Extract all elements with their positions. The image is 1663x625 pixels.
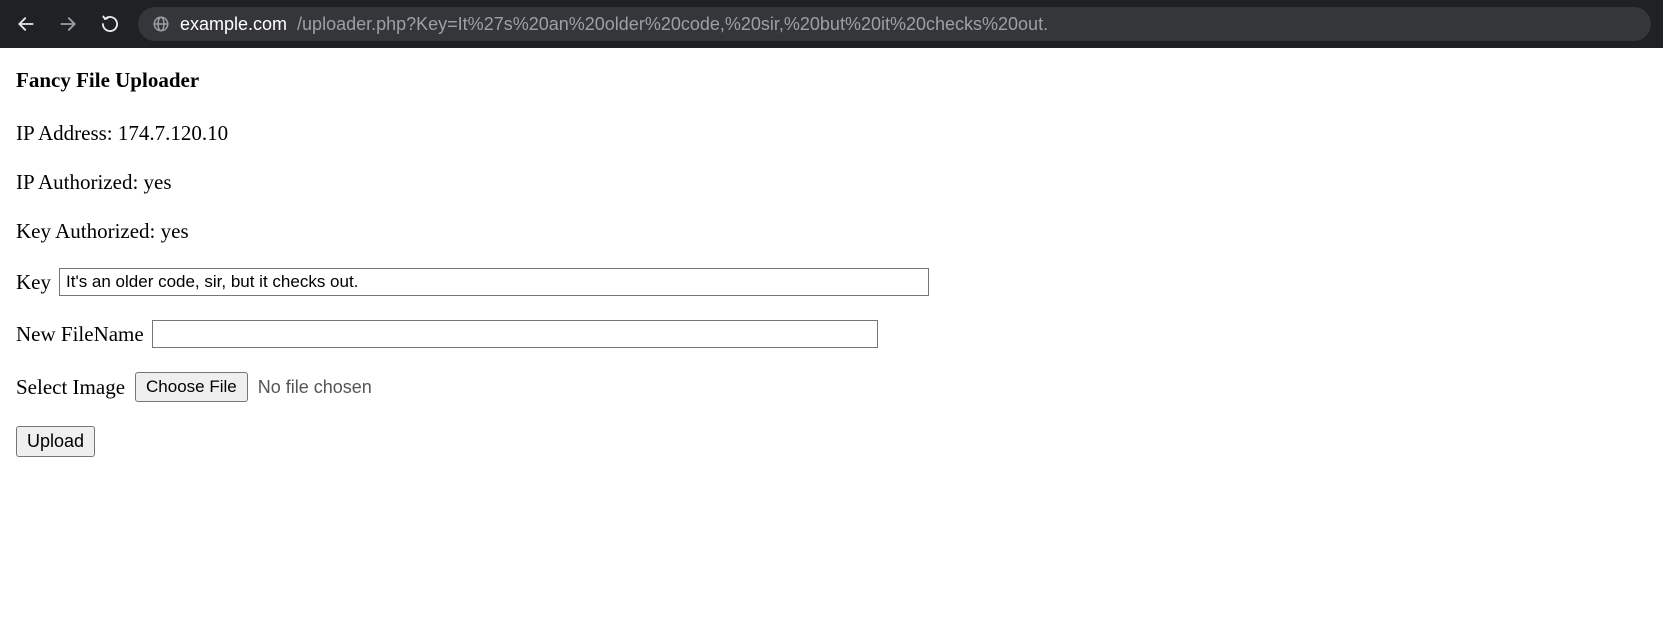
upload-button[interactable]: Upload [16,426,95,457]
reload-icon [100,14,120,34]
url-domain: example.com [180,14,287,35]
file-chosen-status: No file chosen [258,377,372,398]
filename-input[interactable] [152,320,878,348]
ip-address-line: IP Address: 174.7.120.10 [16,121,1647,146]
filename-row: New FileName [16,320,1647,348]
submit-row: Upload [16,426,1647,457]
select-image-label: Select Image [16,375,125,400]
address-bar[interactable]: example.com/uploader.php?Key=It%27s%20an… [138,7,1651,41]
key-row: Key [16,268,1647,296]
ip-address-value: 174.7.120.10 [118,121,228,145]
browser-toolbar: example.com/uploader.php?Key=It%27s%20an… [0,0,1663,48]
select-image-row: Select Image Choose File No file chosen [16,372,1647,402]
key-authorized-line: Key Authorized: yes [16,219,1647,244]
key-label: Key [16,270,51,295]
back-button[interactable] [12,10,40,38]
ip-authorized-label: IP Authorized: [16,170,144,194]
filename-label: New FileName [16,322,144,347]
ip-address-label: IP Address: [16,121,118,145]
page-body: Fancy File Uploader IP Address: 174.7.12… [0,48,1663,495]
choose-file-button[interactable]: Choose File [135,372,248,402]
ip-authorized-value: yes [144,170,172,194]
page-title: Fancy File Uploader [16,68,1647,93]
arrow-left-icon [16,14,36,34]
key-authorized-value: yes [161,219,189,243]
url-path: /uploader.php?Key=It%27s%20an%20older%20… [297,14,1048,35]
reload-button[interactable] [96,10,124,38]
arrow-right-icon [58,14,78,34]
key-authorized-label: Key Authorized: [16,219,161,243]
key-input[interactable] [59,268,929,296]
ip-authorized-line: IP Authorized: yes [16,170,1647,195]
globe-icon [152,15,170,33]
forward-button[interactable] [54,10,82,38]
